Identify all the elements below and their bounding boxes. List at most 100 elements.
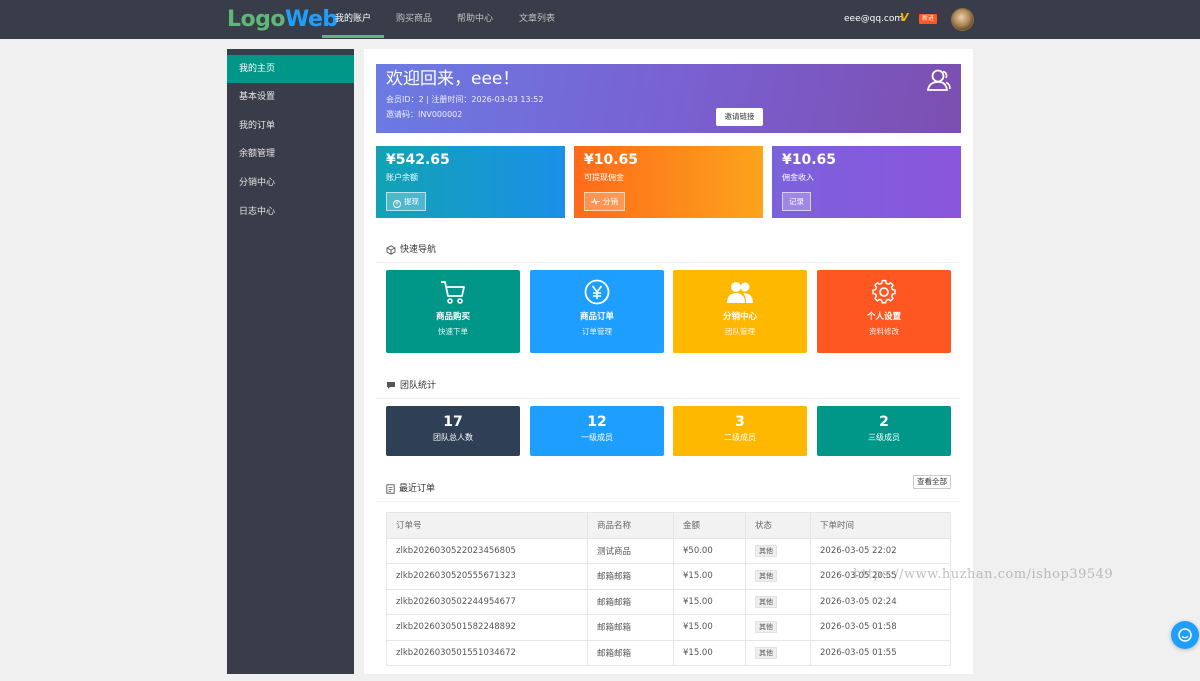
- gear-icon: [872, 279, 896, 304]
- team-level1-value: 12: [587, 414, 607, 430]
- new-badge: 新进: [919, 14, 937, 24]
- quick-nav-settings-title: 个人设置: [866, 312, 901, 322]
- column-header-product: 商品名称: [587, 512, 674, 539]
- nav-buy-products[interactable]: 购买商品: [396, 0, 432, 39]
- chat-support-button[interactable]: [1171, 621, 1199, 649]
- product-name: 邮箱邮箱: [587, 639, 674, 666]
- quick-nav-orders-subtitle: 订单管理: [582, 327, 612, 336]
- watermark: https://www.huzhan.com/ishop39549: [853, 567, 1114, 582]
- order-time: 2026-03-05 01:58: [810, 614, 951, 641]
- distribution-button[interactable]: 分销: [584, 192, 625, 211]
- yen-circle-icon: ¥: [393, 200, 401, 208]
- column-header-order-time: 下单时间: [810, 512, 951, 539]
- withdraw-button[interactable]: ¥ 提现: [386, 192, 426, 211]
- table-row[interactable]: zlkb2026030502244954677 邮箱邮箱 ¥15.00 其他 2…: [386, 588, 951, 615]
- yen-circle-icon: [584, 279, 610, 305]
- order-no: zlkb2026030520555671323: [386, 563, 588, 590]
- chat-bubble-icon: [1178, 628, 1192, 642]
- quick-nav-orders[interactable]: 商品订单 订单管理: [530, 270, 664, 353]
- team-level1-card: 12 一级成员: [530, 406, 664, 456]
- logo[interactable]: LogoWeb: [227, 6, 338, 34]
- sidebar-item-my-orders[interactable]: 我的订单: [227, 112, 354, 140]
- order-amount: ¥15.00: [673, 588, 746, 615]
- document-icon: [386, 483, 395, 494]
- status-badge: 其他: [755, 621, 777, 634]
- sidebar-item-logs[interactable]: 日志中心: [227, 198, 354, 226]
- order-amount: ¥15.00: [673, 639, 746, 666]
- stat-card-commission: ¥10.65 佣金收入 记录: [772, 146, 961, 218]
- quick-nav-buy-subtitle: 快速下单: [438, 327, 468, 336]
- cube-icon: [386, 244, 396, 255]
- quick-nav-distribution[interactable]: 分销中心 团队管理: [673, 270, 807, 353]
- nav-active-indicator: [322, 35, 384, 38]
- team-level2-value: 3: [735, 414, 745, 430]
- commission-label: 佣金收入: [782, 173, 814, 182]
- balance-amount: ¥542.65: [386, 152, 450, 168]
- stat-card-withdrawable: ¥10.65 可提现佣金 分销: [574, 146, 763, 218]
- status-badge: 其他: [755, 544, 777, 557]
- withdraw-button-label: 提现: [404, 197, 419, 206]
- top-navbar: LogoWeb 我的账户 购买商品 帮助中心 文章列表 eee@qq.com V…: [0, 0, 1200, 39]
- sidebar-item-distribution[interactable]: 分销中心: [227, 169, 354, 197]
- recent-orders-header: 最近订单: [386, 482, 951, 496]
- team-level2-label: 二级成员: [724, 433, 756, 442]
- order-no: zlkb2026030502244954677: [386, 588, 588, 615]
- distribution-button-label: 分销: [603, 197, 618, 206]
- divider: [376, 262, 961, 263]
- order-amount: ¥50.00: [673, 537, 746, 564]
- nav-article-list[interactable]: 文章列表: [519, 0, 555, 39]
- view-all-button[interactable]: 查看全部: [913, 475, 951, 489]
- quick-nav-distribution-subtitle: 团队管理: [725, 327, 755, 336]
- status-badge: 其他: [755, 570, 777, 583]
- divider: [376, 501, 961, 502]
- status-badge: 其他: [755, 646, 777, 659]
- sidebar: 我的主页 基本设置 我的订单 余额管理 分销中心 日志中心: [227, 49, 354, 674]
- team-level3-card: 2 三级成员: [817, 406, 951, 456]
- logo-text-part2: Web: [285, 7, 338, 32]
- status-badge: 其他: [755, 595, 777, 608]
- invite-link-button[interactable]: 邀请链接: [716, 108, 763, 126]
- sidebar-item-balance[interactable]: 余额管理: [227, 140, 354, 168]
- divider: [376, 398, 961, 399]
- user-email[interactable]: eee@qq.com: [844, 12, 903, 26]
- product-name: 邮箱邮箱: [587, 563, 674, 590]
- quick-nav-buy[interactable]: 商品购买 快速下单: [386, 270, 520, 353]
- chat-icon: [387, 382, 395, 389]
- welcome-title: 欢迎回来，eee！: [386, 69, 520, 89]
- nav-help-center[interactable]: 帮助中心: [457, 0, 493, 39]
- member-info: 会员ID：2 | 注册时间：2026-03-03 13:52: [386, 95, 544, 104]
- sidebar-item-home[interactable]: 我的主页: [227, 55, 354, 83]
- balance-label: 账户余额: [386, 173, 418, 182]
- withdrawable-label: 可提现佣金: [584, 173, 624, 182]
- cart-icon: [441, 281, 465, 304]
- logo-text-part1: Logo: [227, 7, 286, 32]
- team-total-value: 17: [443, 414, 463, 430]
- team-total-label: 团队总人数: [433, 433, 473, 442]
- table-row[interactable]: zlkb2026030522023456805 测试商品 ¥50.00 其他 2…: [386, 537, 951, 564]
- vip-icon: V: [900, 11, 909, 24]
- invite-code: 邀请码：INV000002: [386, 110, 463, 119]
- column-header-status: 状态: [745, 512, 811, 539]
- quick-nav-settings[interactable]: 个人设置 资料修改: [817, 270, 951, 353]
- order-no: zlkb2026030522023456805: [386, 537, 588, 564]
- table-row[interactable]: zlkb2026030501582248892 邮箱邮箱 ¥15.00 其他 2…: [386, 614, 951, 641]
- product-name: 邮箱邮箱: [587, 614, 674, 641]
- avatar[interactable]: [951, 8, 974, 31]
- product-name: 邮箱邮箱: [587, 588, 674, 615]
- team-level2-card: 3 二级成员: [673, 406, 807, 456]
- team-stats-title: 团队统计: [400, 381, 437, 391]
- quick-nav-distribution-title: 分销中心: [722, 312, 757, 322]
- records-button[interactable]: 记录: [782, 192, 811, 211]
- user-group-icon: [926, 69, 951, 91]
- table-row[interactable]: zlkb2026030501551034672 邮箱邮箱 ¥15.00 其他 2…: [386, 639, 951, 666]
- order-amount: ¥15.00: [673, 614, 746, 641]
- quick-nav-buy-title: 商品购买: [435, 312, 470, 322]
- pulse-icon: [591, 197, 600, 206]
- quick-nav-settings-subtitle: 资料修改: [869, 327, 899, 336]
- sidebar-item-basic-settings[interactable]: 基本设置: [227, 83, 354, 111]
- order-time: 2026-03-05 01:55: [810, 639, 951, 666]
- nav-my-account[interactable]: 我的账户: [335, 0, 371, 39]
- recent-orders-title: 最近订单: [399, 484, 436, 494]
- order-time: 2026-03-05 22:02: [810, 537, 951, 564]
- quick-nav-orders-title: 商品订单: [579, 312, 614, 322]
